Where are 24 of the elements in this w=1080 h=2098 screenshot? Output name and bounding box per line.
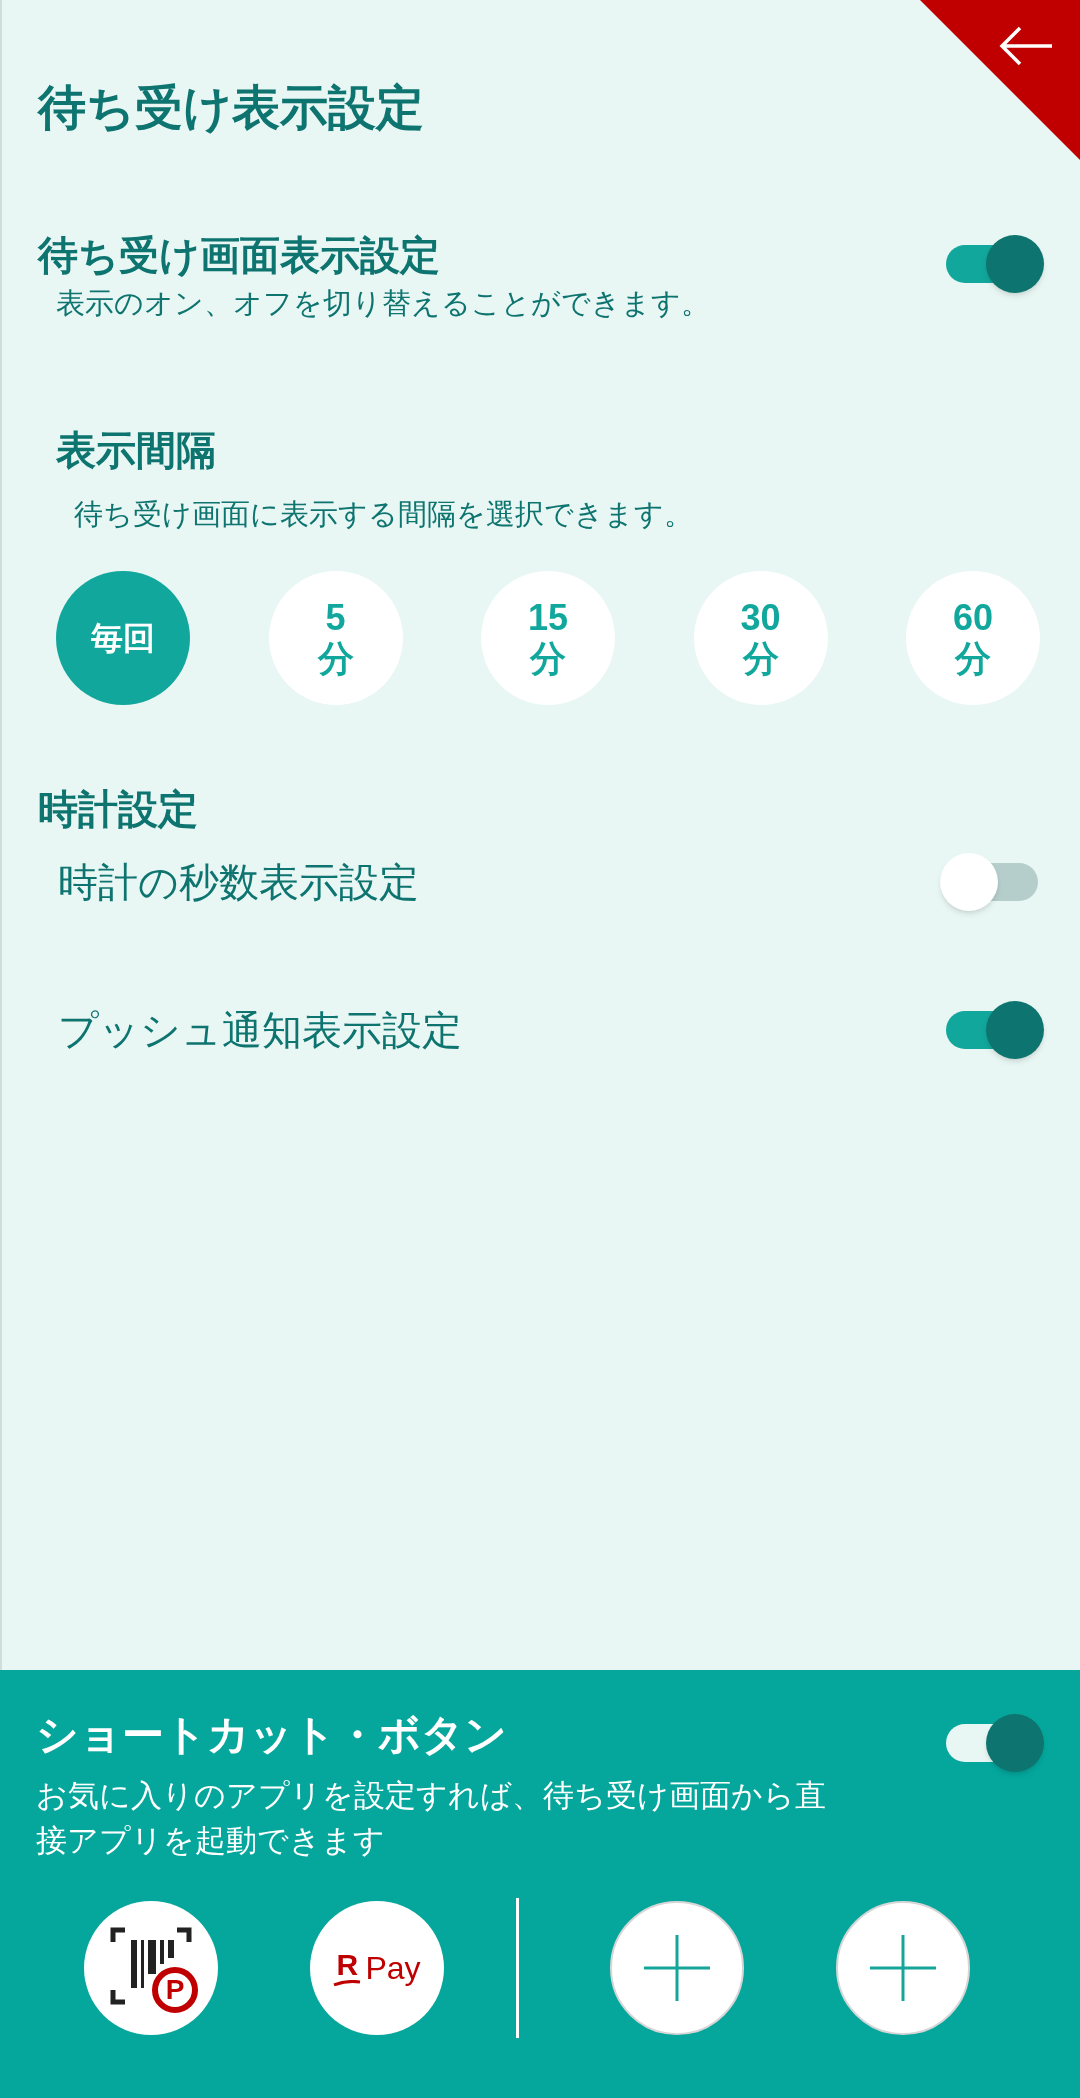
logo-text: Pay [365, 1951, 421, 1984]
swoosh-icon [333, 1979, 362, 1986]
section-description: 表示のオン、オフを切り替えることができます。 [55, 289, 710, 318]
section-description: お気に入りのアプリを設定すれば、待ち受け画面から直接アプリを起動できます [36, 1777, 827, 1860]
plus-icon [870, 1934, 936, 2001]
interval-option[interactable]: 60 分 [906, 571, 1040, 705]
interval-option[interactable]: 毎回 [56, 571, 190, 705]
logo-mark: R [336, 1949, 359, 1980]
setting-label: プッシュ通知表示設定 [58, 1010, 462, 1050]
interval-option[interactable]: 5 分 [268, 571, 403, 705]
section-heading: 待ち受け画面表示設定 [38, 235, 441, 275]
page-title: 待ち受け表示設定 [38, 80, 424, 132]
section-heading: 時計設定 [38, 789, 198, 829]
interval-option[interactable]: 15 分 [481, 571, 615, 705]
point-card-app-button[interactable]: P [84, 1900, 218, 2035]
section-heading: ショートカット・ボタン [36, 1714, 508, 1756]
plus-icon [644, 1934, 710, 2001]
pay-app-button[interactable]: R Pay [310, 1900, 444, 2035]
setting-label: 時計の秒数表示設定 [58, 862, 419, 902]
back-arrow-icon [998, 26, 1054, 66]
section-heading: 表示間隔 [56, 430, 217, 470]
interval-option[interactable]: 30 分 [693, 571, 828, 705]
section-description: 待ち受け画面に表示する間隔を選択できます。 [73, 500, 694, 529]
points-badge: P [152, 1966, 198, 2013]
